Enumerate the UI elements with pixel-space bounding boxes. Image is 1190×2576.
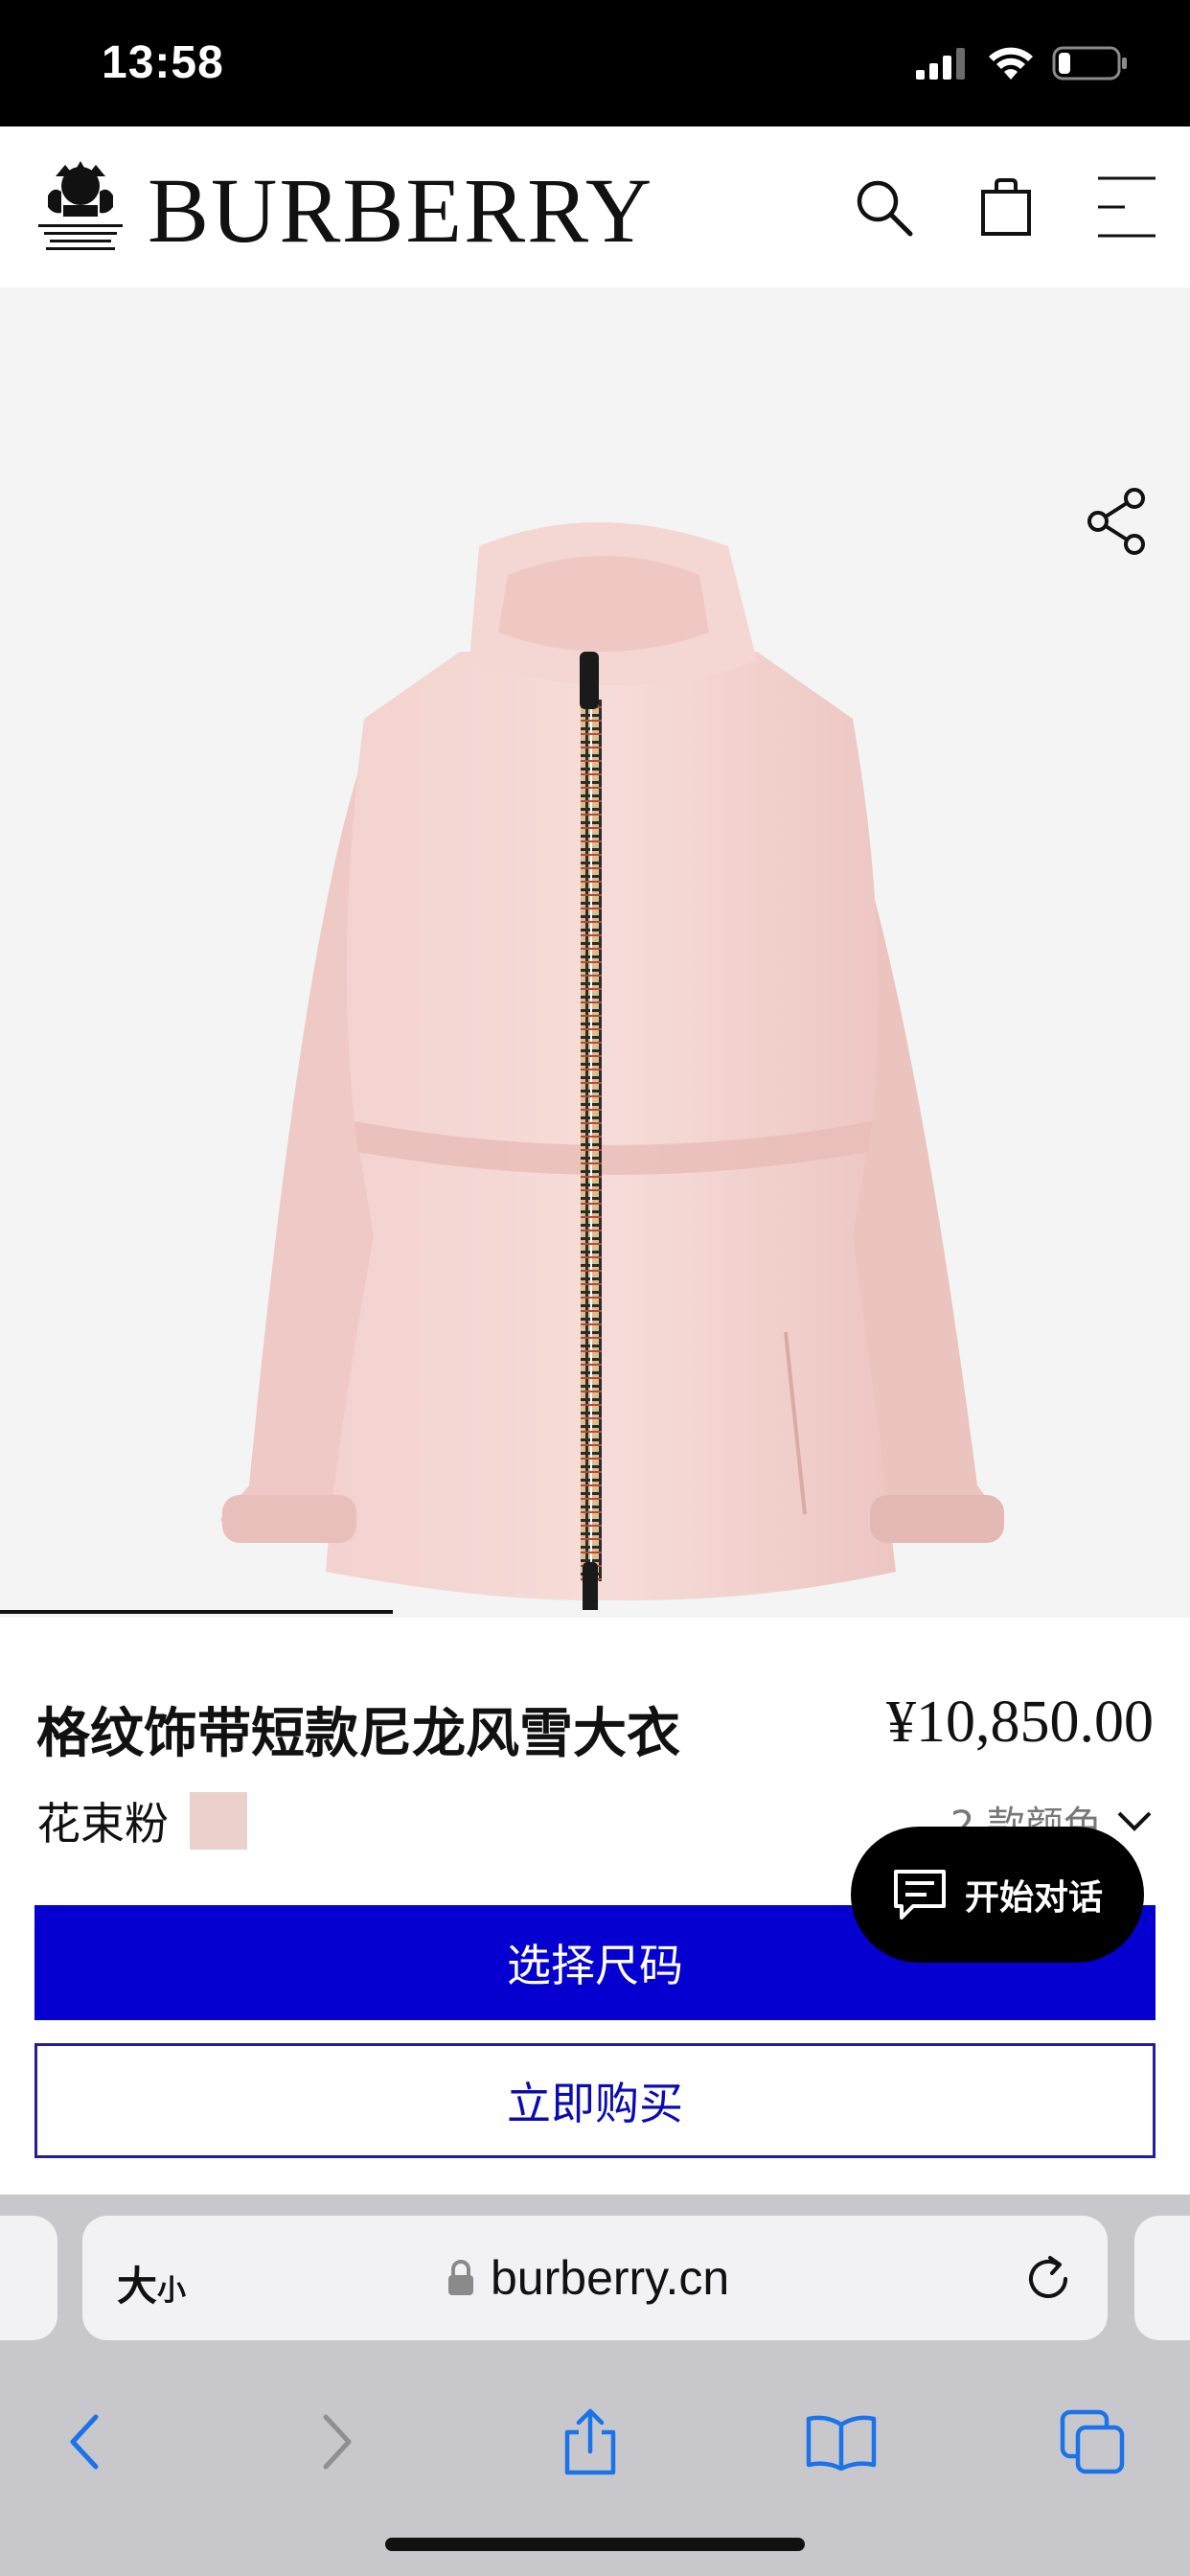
tabs-icon [1060,2409,1125,2474]
share-upload-icon [564,2408,616,2475]
status-icons [914,44,1129,82]
browser-toolbar [0,2377,1190,2501]
bookmarks-button[interactable] [805,2405,878,2478]
previous-tab-peek[interactable] [0,2216,57,2340]
color-swatch[interactable] [190,1792,247,1850]
chat-icon [893,1870,946,1920]
wifi-icon [989,47,1033,80]
shopping-bag-button[interactable] [970,171,1042,243]
color-selector: 花束粉 [36,1790,247,1852]
search-icon [857,180,913,237]
text-size-big: 大 [117,2263,158,2310]
menu-button[interactable] [1090,171,1163,243]
share-button[interactable] [1081,485,1154,558]
cellular-signal-icon [916,48,965,80]
start-chat-label: 开始对话 [964,1878,1103,1918]
search-button[interactable] [847,171,920,243]
battery-icon [1052,46,1127,80]
status-time: 13:58 [102,37,224,88]
chevron-down-icon [1117,1811,1152,1831]
book-icon [806,2415,877,2471]
text-size-small: 小 [157,2274,187,2308]
url-text: burberry.cn [491,2251,730,2305]
gallery-progress-bar [0,1610,393,1614]
reload-icon[interactable] [1021,2252,1075,2306]
tabs-button[interactable] [1056,2405,1129,2478]
text-size-button[interactable]: 大小 [117,2254,186,2312]
forward-button[interactable] [301,2405,374,2478]
brand-logo[interactable]: BURBERRY [148,165,653,257]
browser-bar: 大小 burberry.cn [0,2195,1190,2576]
back-arrow-icon [70,2414,99,2470]
share-icon [1087,488,1145,555]
product-price: ¥10,850.00 [886,1690,1154,1755]
next-tab-peek[interactable] [1134,2216,1190,2340]
royal-warrant-crest-icon [34,157,126,257]
start-chat-button[interactable]: 开始对话 [851,1827,1144,1963]
site-header: BURBERRY [0,126,1190,288]
status-bar: 13:58 [0,0,1190,126]
url-display[interactable]: burberry.cn [446,2250,729,2306]
product-title: 格纹饰带短款尼龙风雪大衣 [36,1703,680,1765]
home-indicator[interactable] [385,2538,805,2551]
share-page-button[interactable] [554,2405,627,2478]
address-bar[interactable]: 大小 burberry.cn [82,2216,1108,2340]
lock-icon [448,2260,473,2295]
menu-icon [1098,176,1156,238]
buy-now-button[interactable]: 立即购买 [34,2043,1156,2158]
shopping-bag-icon [981,178,1031,236]
product-image[interactable] [192,508,1035,1618]
back-button[interactable] [48,2405,121,2478]
gallery-progress-track [0,1610,1190,1618]
forward-arrow-icon [323,2414,352,2470]
color-name: 花束粉 [36,1798,169,1850]
product-gallery[interactable] [0,288,1190,1618]
